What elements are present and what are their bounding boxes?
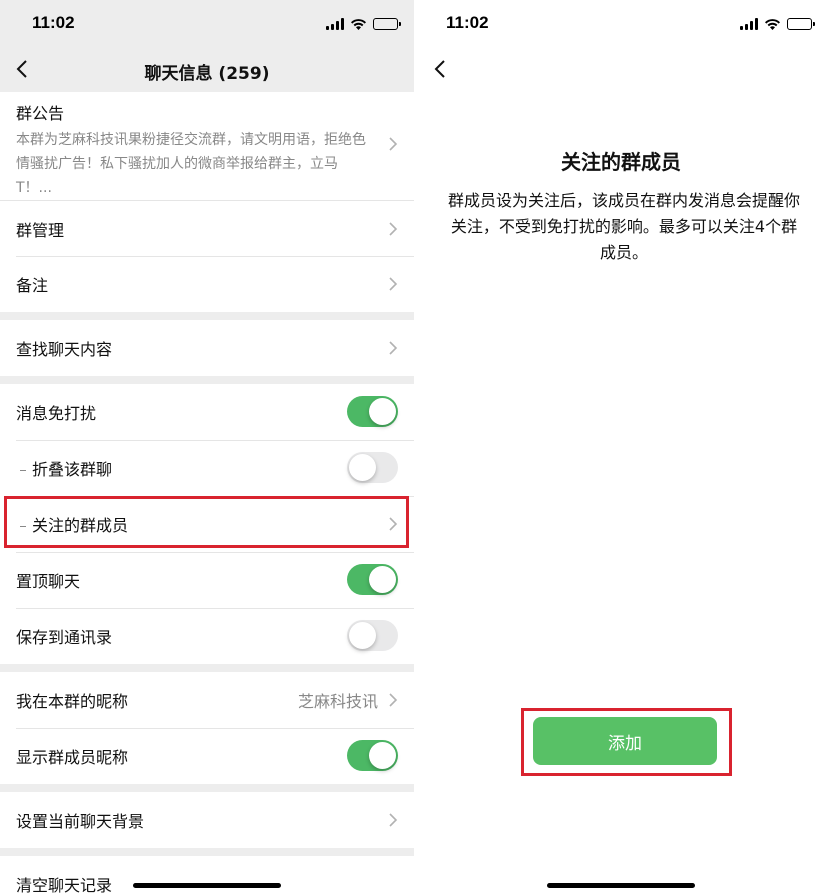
- signal-icon: [326, 18, 344, 30]
- section-gap: [0, 664, 414, 672]
- group-section-3: 消息免打扰 折叠该群聊 关注的群成员 置顶聊天 保存到通讯录: [0, 384, 414, 664]
- search-chat-label: 查找聊天内容: [16, 340, 113, 359]
- fold-chat-label-wrap: 折叠该群聊: [16, 456, 112, 480]
- fold-chat-label: 折叠该群聊: [32, 460, 113, 479]
- nav-bar: [414, 46, 828, 92]
- status-bar: 11:02: [0, 0, 414, 46]
- chevron-right-icon: [389, 221, 398, 236]
- clear-history-item[interactable]: 清空聊天记录: [0, 856, 414, 896]
- signal-icon: [740, 18, 758, 30]
- dash-icon: [20, 469, 26, 472]
- chevron-right-icon: [389, 277, 398, 291]
- status-icons: [740, 16, 815, 30]
- group-notice-item[interactable]: 群公告 本群为芝麻科技讯果粉捷径交流群，请文明用语，拒绝色情骚扰广告！私下骚扰加…: [0, 92, 414, 200]
- section-gap: [0, 376, 414, 384]
- battery-icon: [373, 18, 401, 30]
- followed-members-description: 群成员设为关注后，该成员在群内发消息会提醒你关注，不受到免打扰的影响。最多可以关…: [448, 191, 801, 262]
- chevron-right-icon: [389, 813, 398, 827]
- set-background-item[interactable]: 设置当前聊天背景: [0, 792, 414, 848]
- show-nicknames-toggle[interactable]: [347, 740, 398, 771]
- fold-chat-item: 折叠该群聊: [0, 440, 414, 496]
- followed-members-label: 关注的群成员: [32, 516, 129, 535]
- search-chat-item[interactable]: 查找聊天内容: [0, 320, 414, 376]
- save-contacts-toggle[interactable]: [347, 620, 398, 651]
- chat-info-screen: 11:02 聊天信息 (259) 群公告 本群为芝麻科技讯果粉捷径交流群，请文明…: [0, 0, 414, 896]
- chevron-right-icon: [389, 693, 398, 707]
- mute-item: 消息免打扰: [0, 384, 414, 440]
- section-gap: [0, 312, 414, 320]
- group-manage-item[interactable]: 群管理: [0, 200, 414, 256]
- group-section-6: 清空聊天记录: [0, 856, 414, 896]
- followed-members-title: 关注的群成员: [561, 150, 681, 174]
- status-bar: 11:02: [414, 0, 828, 46]
- group-section-5: 设置当前聊天背景: [0, 792, 414, 848]
- group-section-1: 群公告 本群为芝麻科技讯果粉捷径交流群，请文明用语，拒绝色情骚扰广告！私下骚扰加…: [0, 92, 414, 312]
- chevron-right-icon: [389, 517, 398, 531]
- dash-icon: [20, 525, 26, 528]
- followed-members-label-wrap: 关注的群成员: [16, 512, 128, 536]
- pin-chat-toggle[interactable]: [347, 564, 398, 595]
- section-gap: [0, 784, 414, 792]
- mute-label: 消息免打扰: [16, 404, 97, 423]
- status-time: 11:02: [32, 13, 75, 32]
- chevron-right-icon: [389, 137, 398, 151]
- page-title: 聊天信息 (259): [144, 64, 270, 84]
- group-notice-title: 群公告: [16, 104, 65, 123]
- add-button[interactable]: 添加: [533, 717, 717, 765]
- group-manage-label: 群管理: [16, 220, 65, 240]
- fold-chat-toggle[interactable]: [347, 452, 398, 483]
- followed-members-item[interactable]: 关注的群成员: [0, 496, 414, 552]
- status-icons: [326, 16, 401, 30]
- show-nicknames-label: 显示群成员昵称: [16, 748, 129, 767]
- clear-history-label: 清空聊天记录: [16, 876, 113, 895]
- my-nickname-value: 芝麻科技讯: [297, 692, 378, 711]
- show-nicknames-item: 显示群成员昵称: [0, 728, 414, 784]
- wifi-icon: [351, 19, 366, 30]
- pin-chat-item: 置顶聊天: [0, 552, 414, 608]
- my-nickname-item[interactable]: 我在本群的昵称 芝麻科技讯: [0, 672, 414, 728]
- save-contacts-item: 保存到通讯录: [0, 608, 414, 664]
- nav-bar: 聊天信息 (259): [0, 46, 414, 92]
- group-section-2: 查找聊天内容: [0, 320, 414, 376]
- wifi-icon: [765, 19, 780, 30]
- pin-chat-label: 置顶聊天: [16, 572, 81, 591]
- battery-icon: [787, 18, 815, 30]
- group-section-4: 我在本群的昵称 芝麻科技讯 显示群成员昵称: [0, 672, 414, 784]
- status-time: 11:02: [446, 13, 489, 32]
- back-icon[interactable]: [432, 58, 452, 80]
- set-background-label: 设置当前聊天背景: [16, 812, 145, 831]
- chevron-right-icon: [389, 341, 398, 355]
- remark-label: 备注: [16, 276, 49, 295]
- section-gap: [0, 848, 414, 856]
- settings-list: 群公告 本群为芝麻科技讯果粉捷径交流群，请文明用语，拒绝色情骚扰广告！私下骚扰加…: [0, 92, 414, 896]
- group-notice-text: 本群为芝麻科技讯果粉捷径交流群，请文明用语，拒绝色情骚扰广告！私下骚扰加人的微商…: [16, 132, 366, 196]
- my-nickname-label: 我在本群的昵称: [16, 692, 129, 711]
- home-indicator: [547, 883, 695, 888]
- home-indicator: [133, 883, 281, 888]
- save-contacts-label: 保存到通讯录: [16, 628, 113, 647]
- followed-members-screen: 11:02 关注的群成员 群成员设为关注后，该成员在群内发消息会提醒你关注，不受…: [414, 0, 828, 896]
- remark-item[interactable]: 备注: [0, 256, 414, 312]
- mute-toggle[interactable]: [347, 396, 398, 427]
